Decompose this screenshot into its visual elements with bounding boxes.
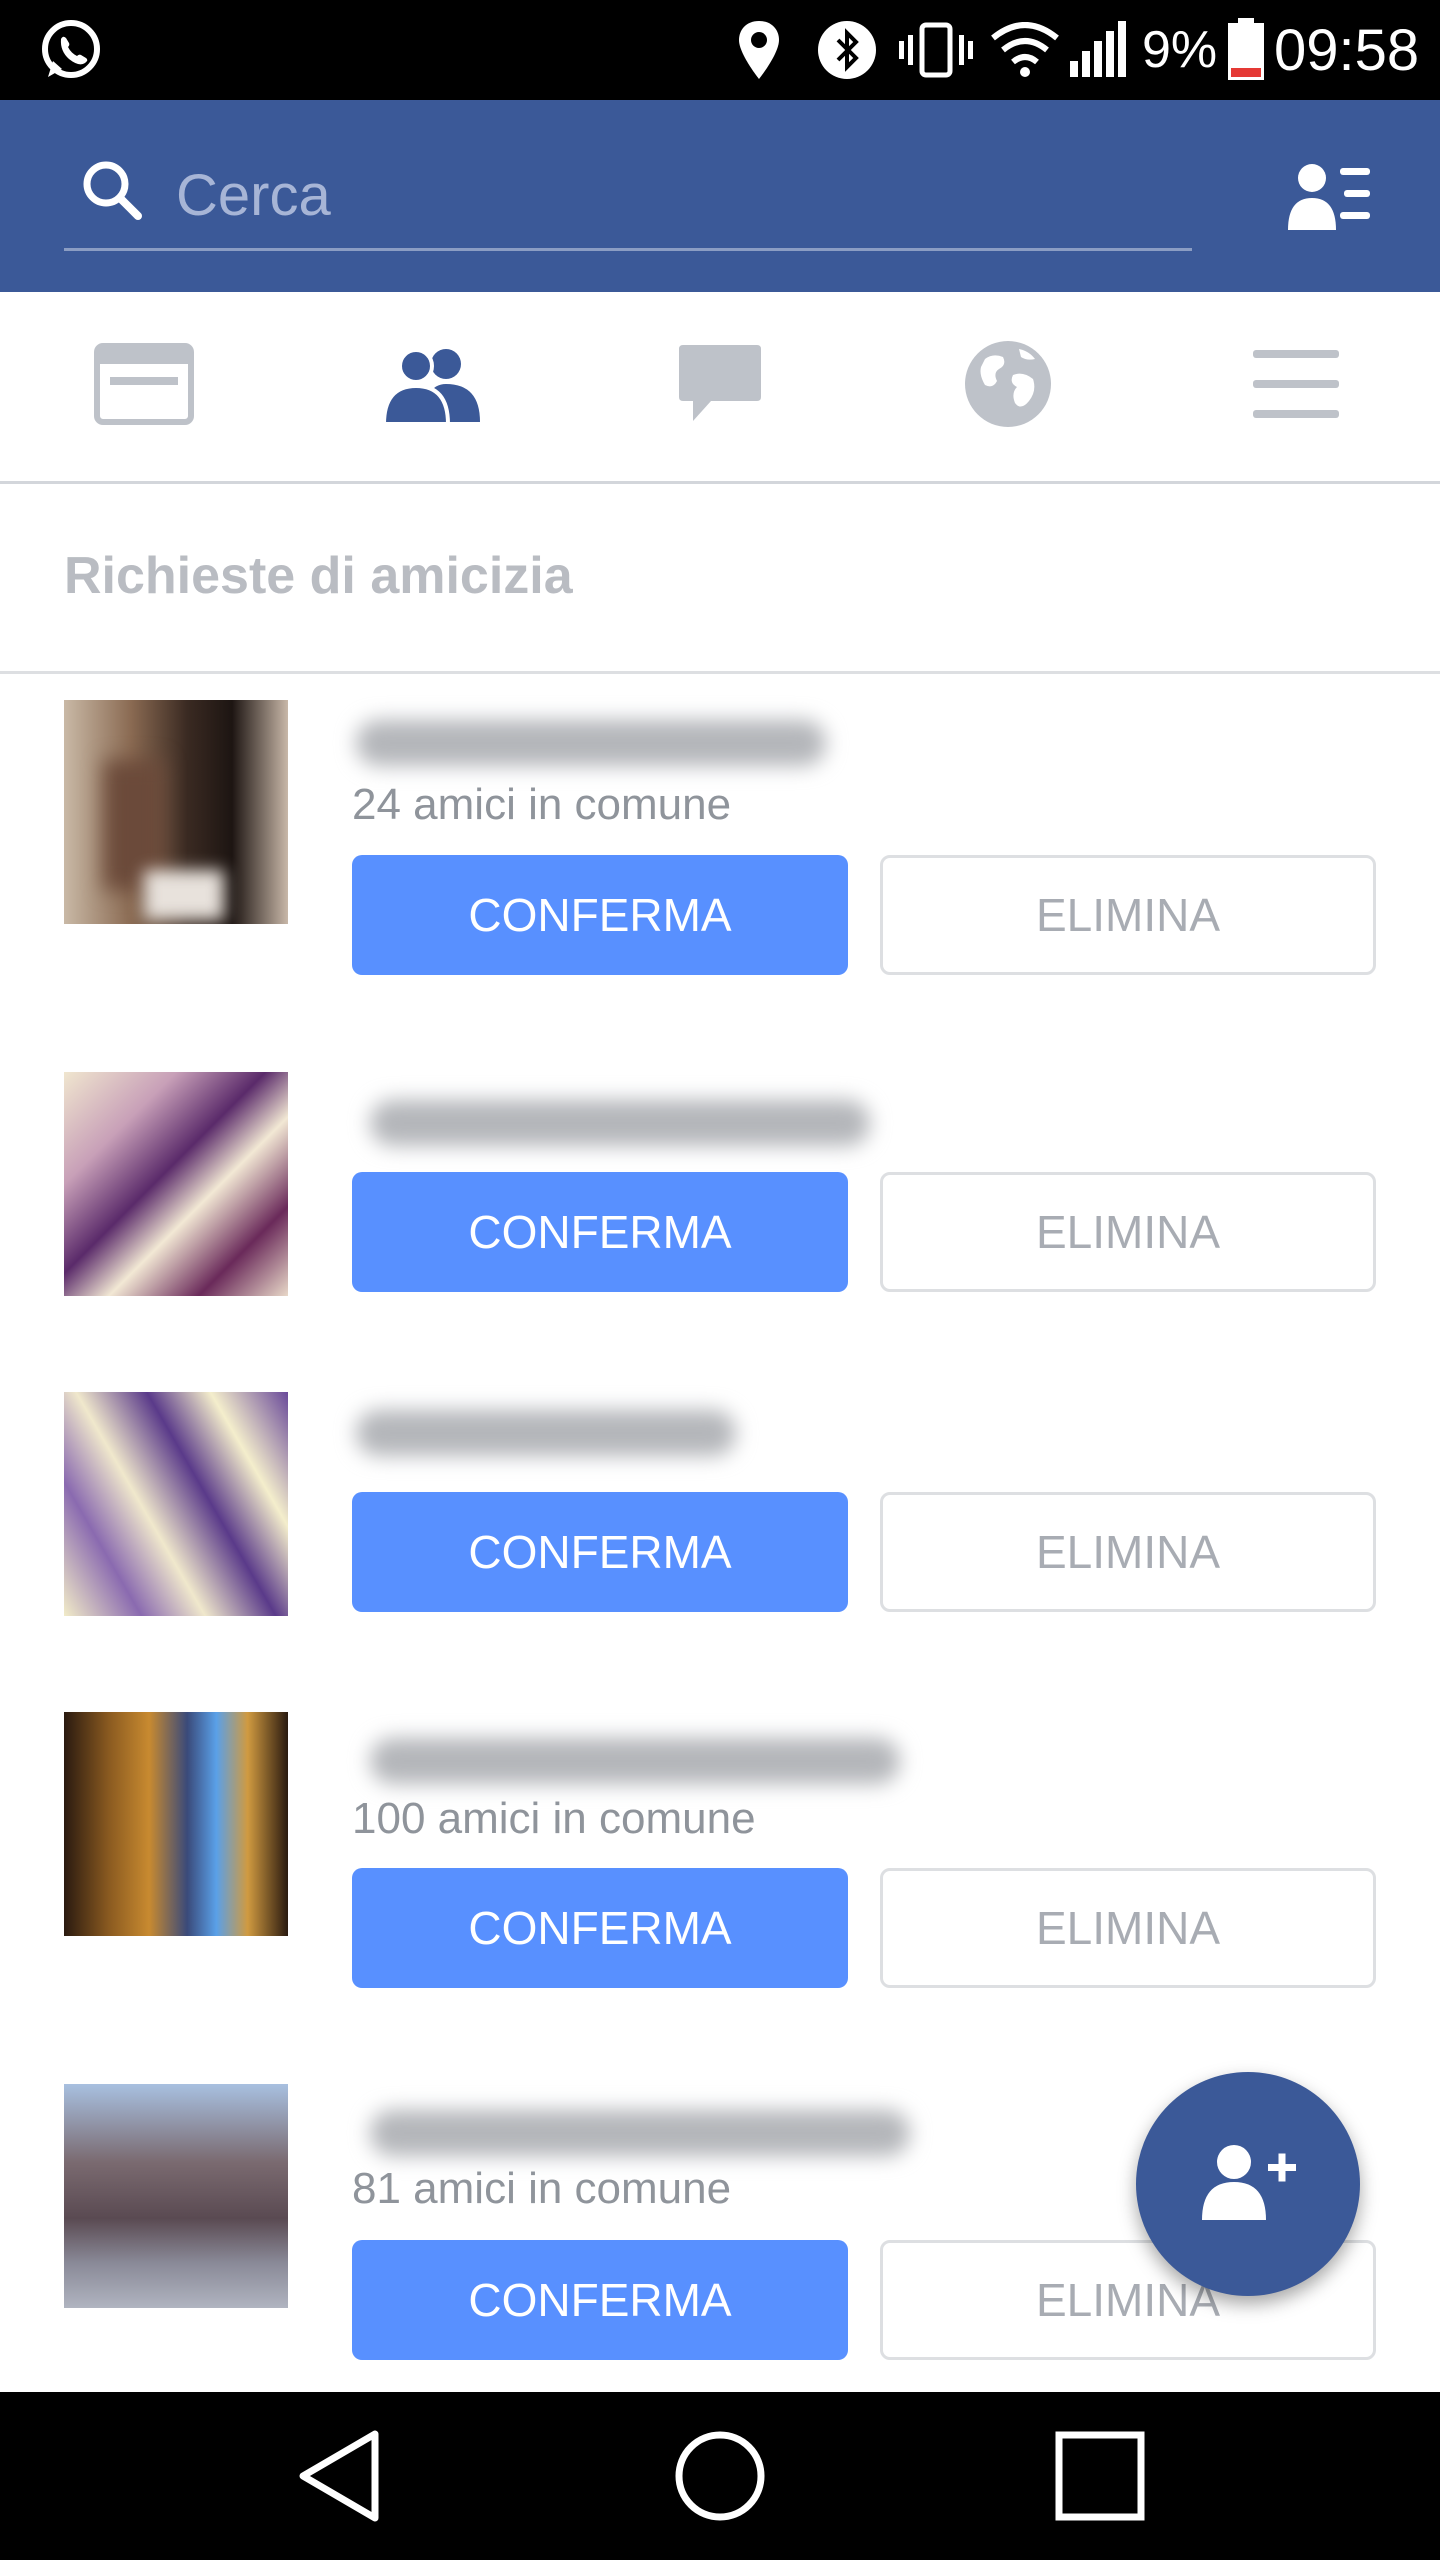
- search-icon: [80, 158, 146, 229]
- search-input[interactable]: [176, 152, 1156, 238]
- mutual-friends-count: 24 amici in comune: [352, 780, 732, 829]
- whatsapp-icon: [38, 0, 104, 100]
- friend-request-row: 100 amici in comune CONFERMA ELIMINA: [0, 1700, 1440, 2000]
- recents-icon[interactable]: [1000, 2392, 1200, 2560]
- delete-button[interactable]: ELIMINA: [880, 1172, 1376, 1292]
- avatar[interactable]: [64, 1712, 288, 1936]
- navigation-bar: [0, 2392, 1440, 2560]
- add-friend-icon: [1198, 2142, 1298, 2227]
- battery-percent: 9%: [1142, 21, 1218, 79]
- confirm-button[interactable]: CONFERMA: [352, 1172, 848, 1292]
- blurred-name[interactable]: [370, 1738, 900, 1784]
- avatar[interactable]: [64, 1072, 288, 1296]
- signal-icon: [1068, 0, 1128, 100]
- delete-button[interactable]: ELIMINA: [880, 1492, 1376, 1612]
- search-underline: [64, 248, 1192, 251]
- vibrate-icon: [896, 0, 976, 100]
- mutual-friends-count: 81 amici in comune: [352, 2164, 732, 2213]
- bluetooth-icon: [816, 0, 878, 100]
- tab-friend-requests[interactable]: [288, 292, 576, 481]
- tab-news-feed[interactable]: [0, 292, 288, 481]
- home-icon[interactable]: [620, 2392, 820, 2560]
- avatar[interactable]: [64, 2084, 288, 2308]
- back-icon[interactable]: [240, 2392, 440, 2560]
- delete-button[interactable]: ELIMINA: [880, 855, 1376, 975]
- friend-request-row: CONFERMA ELIMINA: [0, 1060, 1440, 1320]
- mutual-friends-count: 100 amici in comune: [352, 1794, 756, 1843]
- section-header: Richieste di amicizia: [0, 486, 1440, 674]
- globe-icon: [963, 339, 1053, 434]
- location-icon: [736, 0, 782, 100]
- add-friend-fab[interactable]: [1136, 2072, 1360, 2296]
- avatar[interactable]: [64, 700, 288, 924]
- chat-bubble-icon: [677, 343, 763, 430]
- tab-messages[interactable]: [576, 292, 864, 481]
- clock: 09:58: [1274, 17, 1420, 83]
- hamburger-menu-icon: [1251, 348, 1341, 425]
- tab-notifications[interactable]: [864, 292, 1152, 481]
- wifi-icon: [990, 0, 1060, 100]
- blurred-name[interactable]: [356, 1410, 736, 1456]
- friend-request-row: 24 amici in comune CONFERMA ELIMINA: [0, 690, 1440, 990]
- battery-icon: [1226, 0, 1266, 100]
- news-feed-icon: [94, 343, 194, 430]
- friend-request-row: CONFERMA ELIMINA: [0, 1380, 1440, 1640]
- confirm-button[interactable]: CONFERMA: [352, 2240, 848, 2360]
- confirm-button[interactable]: CONFERMA: [352, 1868, 848, 1988]
- avatar[interactable]: [64, 1392, 288, 1616]
- friends-icon: [381, 344, 482, 429]
- section-title: Richieste di amicizia: [64, 547, 573, 605]
- friend-list-icon[interactable]: [1288, 160, 1372, 237]
- blurred-name[interactable]: [370, 2110, 910, 2156]
- tab-menu[interactable]: [1152, 292, 1440, 481]
- confirm-button[interactable]: CONFERMA: [352, 855, 848, 975]
- delete-button[interactable]: ELIMINA: [880, 1868, 1376, 1988]
- confirm-button[interactable]: CONFERMA: [352, 1492, 848, 1612]
- blurred-name[interactable]: [370, 1100, 870, 1146]
- tab-bar: [0, 292, 1440, 484]
- blurred-name[interactable]: [356, 720, 826, 766]
- status-bar: 9% 09:58: [0, 0, 1440, 100]
- top-header: [0, 100, 1440, 292]
